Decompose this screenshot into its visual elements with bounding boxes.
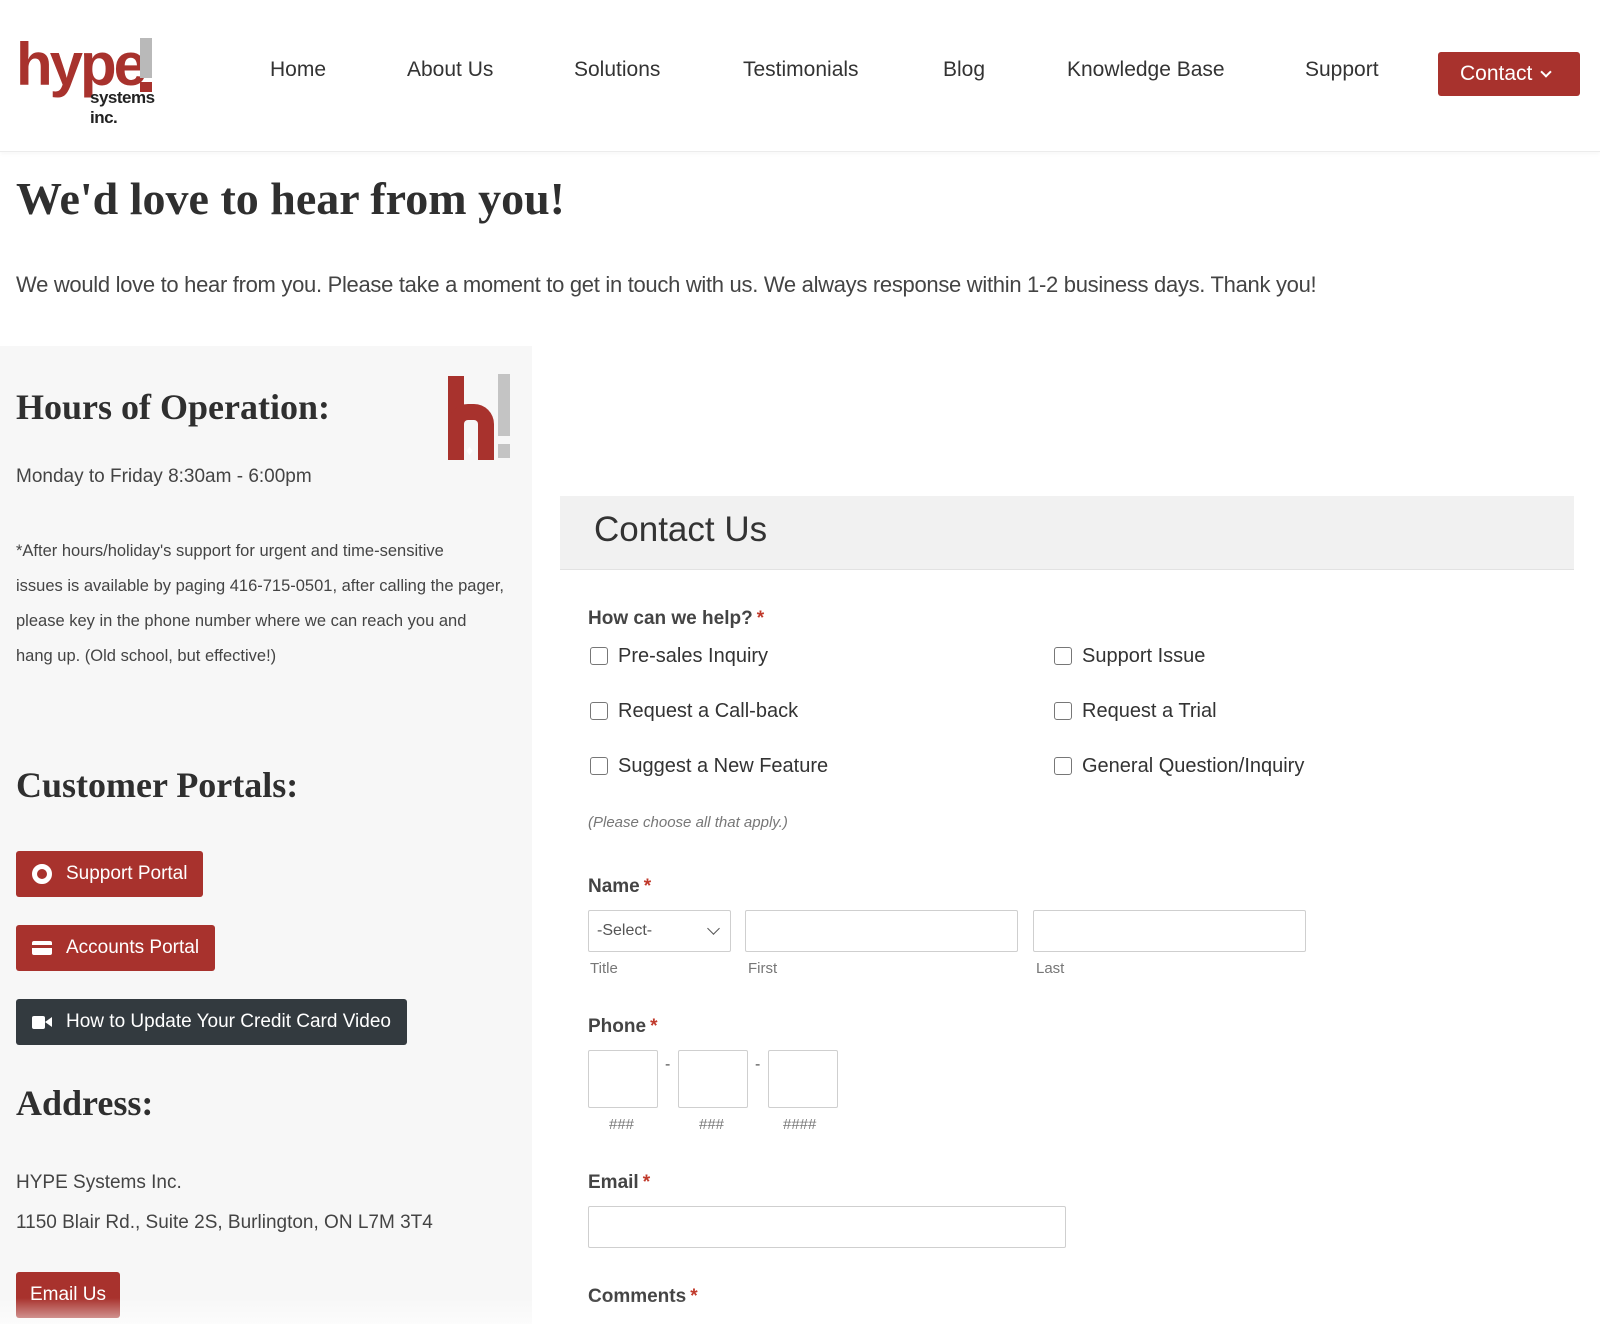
first-name-input[interactable] xyxy=(745,910,1018,952)
required-mark: * xyxy=(650,1016,658,1037)
after-hours-note-line: please key in the phone number where we … xyxy=(16,612,467,630)
credit-card-video-button[interactable]: How to Update Your Credit Card Video xyxy=(16,999,407,1045)
checkbox-support-issue[interactable] xyxy=(1054,647,1072,665)
portals-heading: Customer Portals: xyxy=(16,765,299,805)
help-label-text: How can we help? xyxy=(588,608,753,629)
hours-heading: Hours of Operation: xyxy=(16,387,330,427)
video-camera-icon xyxy=(32,1016,52,1029)
checkbox-label[interactable]: General Question/Inquiry xyxy=(1082,755,1304,778)
checkbox-request-call-back[interactable] xyxy=(590,702,608,720)
phone-sublabel: ### xyxy=(609,1116,635,1133)
lifebuoy-icon xyxy=(32,864,52,884)
email-label: Email * xyxy=(588,1172,650,1194)
support-portal-label: Support Portal xyxy=(66,863,188,884)
phone-sublabel: #### xyxy=(783,1116,817,1133)
phone-area-code-input[interactable] xyxy=(588,1050,658,1108)
address-heading: Address: xyxy=(16,1083,154,1123)
phone-separator: - xyxy=(665,1056,671,1073)
email-label-text: Email xyxy=(588,1172,639,1193)
comments-label-text: Comments xyxy=(588,1286,687,1307)
chevron-down-icon xyxy=(707,922,720,935)
checkbox-suggest-feature[interactable] xyxy=(590,757,608,775)
required-mark: * xyxy=(690,1286,698,1307)
nav-knowledge-base[interactable]: Knowledge Base xyxy=(1067,58,1225,82)
checkbox-label[interactable]: Support Issue xyxy=(1082,645,1205,668)
after-hours-note: *After hours/holiday's support for urgen… xyxy=(16,534,516,674)
nav-support[interactable]: Support xyxy=(1305,58,1379,82)
checkbox-label[interactable]: Suggest a New Feature xyxy=(618,755,828,778)
checkbox-request-trial[interactable] xyxy=(1054,702,1072,720)
help-label: How can we help? * xyxy=(588,608,764,630)
title-select[interactable]: -Select- xyxy=(588,910,731,952)
main-nav: Home About Us Solutions Testimonials Blo… xyxy=(0,58,1600,90)
contact-form-title: Contact Us xyxy=(594,510,768,549)
logo-subtitle: systems inc. xyxy=(90,88,155,127)
nav-home[interactable]: Home xyxy=(270,58,326,82)
page-title: We'd love to hear from you! xyxy=(16,173,565,224)
intro-text: We would love to hear from you. Please t… xyxy=(16,272,1317,297)
hours-schedule: Monday to Friday 8:30am - 6:00pm xyxy=(16,466,312,487)
accounts-portal-button[interactable]: Accounts Portal xyxy=(16,925,216,971)
last-sublabel: Last xyxy=(1036,960,1065,977)
required-mark: * xyxy=(756,608,765,629)
hype-h-logo-icon: ♦ xyxy=(446,374,512,464)
site-header: hype systems inc. Home About Us Solution… xyxy=(0,0,1600,152)
nav-about-us[interactable]: About Us xyxy=(407,58,493,82)
support-portal-button[interactable]: Support Portal xyxy=(16,851,204,897)
credit-card-video-label: How to Update Your Credit Card Video xyxy=(66,1011,391,1032)
phone-separator: - xyxy=(755,1056,761,1073)
first-sublabel: First xyxy=(748,960,778,977)
phone-label: Phone * xyxy=(588,1016,657,1038)
checkbox-label[interactable]: Request a Trial xyxy=(1082,700,1217,723)
required-mark: * xyxy=(643,876,652,897)
last-name-input[interactable] xyxy=(1033,910,1306,952)
nav-solutions[interactable]: Solutions xyxy=(574,58,660,82)
email-us-button[interactable]: Email Us xyxy=(16,1272,120,1318)
title-select-value: -Select- xyxy=(597,922,653,939)
phone-prefix-input[interactable] xyxy=(678,1050,748,1108)
after-hours-note-line: issues is available by paging 416-715-05… xyxy=(16,577,504,595)
help-note: (Please choose all that apply.) xyxy=(588,814,788,831)
address-company: HYPE Systems Inc. xyxy=(16,1172,182,1193)
comments-label: Comments * xyxy=(588,1286,698,1308)
nav-testimonials[interactable]: Testimonials xyxy=(743,58,859,82)
phone-sublabel: ### xyxy=(699,1116,725,1133)
checkbox-label[interactable]: Pre-sales Inquiry xyxy=(618,645,768,668)
checkbox-pre-sales-inquiry[interactable] xyxy=(590,647,608,665)
required-mark: * xyxy=(642,1172,651,1193)
name-label: Name * xyxy=(588,876,651,898)
address-street: 1150 Blair Rd., Suite 2S, Burlington, ON… xyxy=(16,1212,433,1233)
chevron-down-icon xyxy=(1540,66,1553,78)
contact-form-header: Contact Us xyxy=(560,496,1574,570)
contact-dropdown-button[interactable]: Contact xyxy=(1438,52,1580,96)
accounts-portal-label: Accounts Portal xyxy=(66,937,200,958)
email-input[interactable] xyxy=(588,1206,1066,1248)
phone-label-text: Phone xyxy=(588,1016,647,1037)
credit-card-icon xyxy=(32,941,52,955)
name-label-text: Name xyxy=(588,876,640,897)
contact-button-label: Contact xyxy=(1460,62,1533,85)
phone-line-input[interactable] xyxy=(768,1050,838,1108)
nav-blog[interactable]: Blog xyxy=(943,58,985,82)
checkbox-general-question[interactable] xyxy=(1054,757,1072,775)
title-sublabel: Title xyxy=(590,960,618,977)
checkbox-label[interactable]: Request a Call-back xyxy=(618,700,798,723)
after-hours-note-line: *After hours/holiday's support for urgen… xyxy=(16,542,444,560)
after-hours-note-line: hang up. (Old school, but effective!) xyxy=(16,647,277,665)
